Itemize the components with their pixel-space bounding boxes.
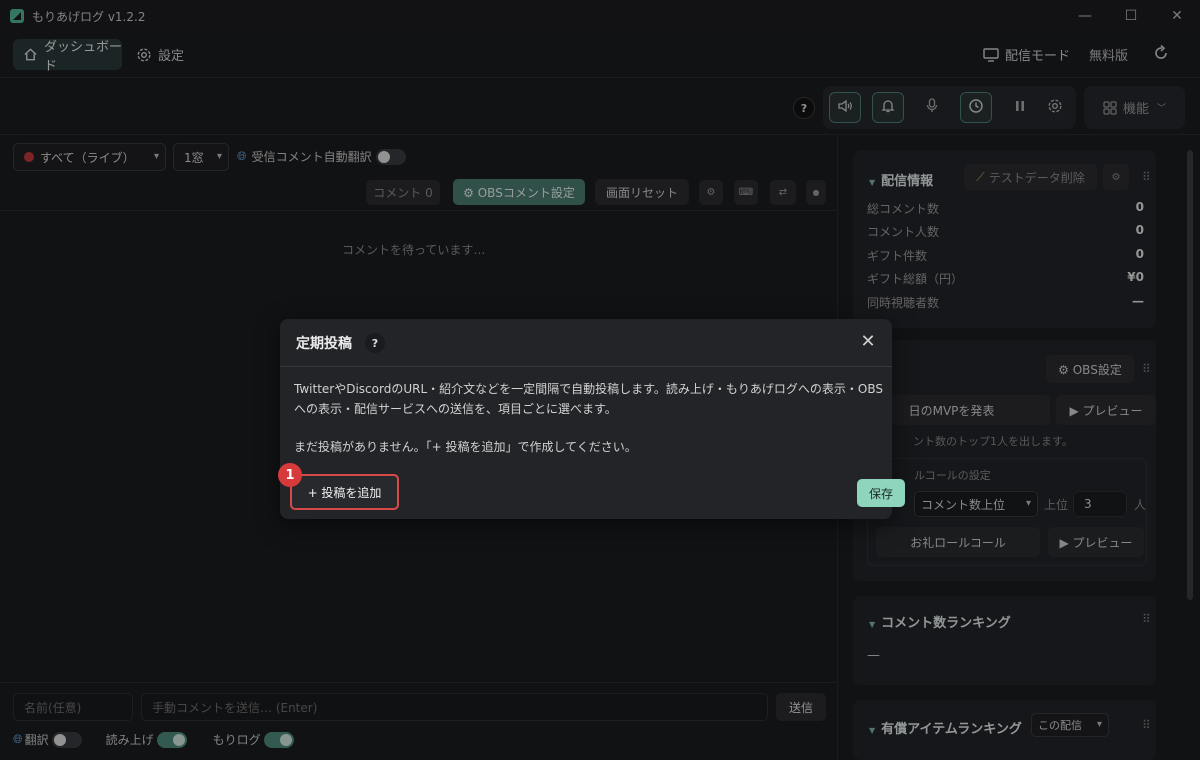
- save-button[interactable]: 保存: [857, 479, 905, 507]
- add-post-button[interactable]: + 投稿を追加: [290, 474, 399, 510]
- dialog-title: 定期投稿: [296, 336, 352, 352]
- dialog-close-button[interactable]: ✕: [856, 329, 880, 353]
- close-icon: ✕: [860, 330, 876, 352]
- dialog-description: TwitterやDiscordのURL・紹介文などを一定間隔で自動投稿します。読…: [294, 382, 884, 416]
- step-badge: 1: [278, 463, 302, 487]
- dialog-header: 定期投稿 ? ✕: [280, 319, 892, 367]
- dialog-help-button[interactable]: ?: [365, 333, 385, 353]
- scheduled-post-dialog: 定期投稿 ? ✕ TwitterやDiscordのURL・紹介文などを一定間隔で…: [280, 319, 905, 519]
- dialog-empty-message: まだ投稿がありません。「+ 投稿を追加」で作成してください。: [294, 440, 637, 454]
